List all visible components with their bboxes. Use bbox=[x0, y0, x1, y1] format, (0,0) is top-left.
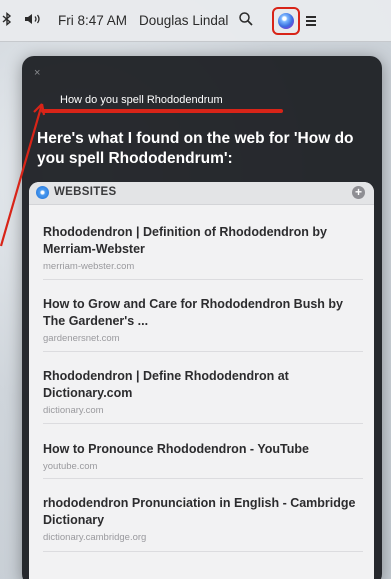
siri-answer-text: Here's what I found on the web for 'How … bbox=[37, 130, 354, 167]
website-result-url: youtube.com bbox=[43, 461, 98, 472]
website-result-url: dictionary.com bbox=[43, 405, 104, 416]
websites-card: WEBSITES + Rhododendron | Definition of … bbox=[29, 182, 374, 579]
siri-query-text[interactable]: How do you spell Rhododendrum bbox=[60, 94, 223, 106]
bluetooth-icon[interactable] bbox=[2, 12, 12, 29]
menubar-clock[interactable]: Fri 8:47 AM bbox=[58, 13, 127, 28]
result-divider bbox=[43, 423, 363, 424]
spotlight-search-icon[interactable] bbox=[238, 11, 254, 30]
website-result-url: merriam-webster.com bbox=[43, 261, 135, 272]
website-result-item[interactable]: Rhododendron | Define Rhododendron at Di… bbox=[43, 368, 363, 417]
websites-section-label: WEBSITES bbox=[54, 186, 117, 198]
websites-card-header: WEBSITES + bbox=[29, 182, 374, 205]
menu-bar: Fri 8:47 AM Douglas Lindal bbox=[0, 0, 391, 42]
result-divider bbox=[43, 351, 363, 352]
website-result-item[interactable]: Rhododendron | Definition of Rhododendro… bbox=[43, 224, 363, 273]
siri-results-panel: × How do you spell Rhododendrum Here's w… bbox=[22, 56, 382, 579]
safari-compass-icon bbox=[36, 186, 49, 199]
website-result-url: dictionary.cambridge.org bbox=[43, 532, 147, 543]
close-icon[interactable]: × bbox=[34, 68, 40, 79]
website-result-url: gardenersnet.com bbox=[43, 333, 120, 344]
website-result-item[interactable]: rhododendron Pronunciation in English - … bbox=[43, 495, 363, 544]
result-divider bbox=[43, 551, 363, 552]
website-result-title: Rhododendron | Define Rhododendron at Di… bbox=[43, 369, 289, 400]
website-result-item[interactable]: How to Pronounce Rhododendron - YouTube … bbox=[43, 441, 363, 473]
website-result-title: How to Pronounce Rhododendron - YouTube bbox=[43, 442, 309, 456]
website-result-item[interactable]: How to Grow and Care for Rhododendron Bu… bbox=[43, 296, 363, 345]
website-result-title: rhododendron Pronunciation in English - … bbox=[43, 496, 356, 527]
result-divider bbox=[43, 279, 363, 280]
annotation-underline bbox=[41, 109, 283, 113]
menubar-user-name[interactable]: Douglas Lindal bbox=[139, 13, 228, 28]
notification-center-icon[interactable] bbox=[306, 14, 317, 28]
volume-icon[interactable] bbox=[24, 12, 44, 29]
siri-icon bbox=[278, 12, 295, 29]
siri-menubar-button[interactable] bbox=[272, 6, 301, 35]
result-divider bbox=[43, 478, 363, 479]
expand-more-icon[interactable]: + bbox=[352, 186, 365, 199]
website-result-title: How to Grow and Care for Rhododendron Bu… bbox=[43, 297, 343, 328]
website-result-title: Rhododendron | Definition of Rhododendro… bbox=[43, 225, 328, 256]
